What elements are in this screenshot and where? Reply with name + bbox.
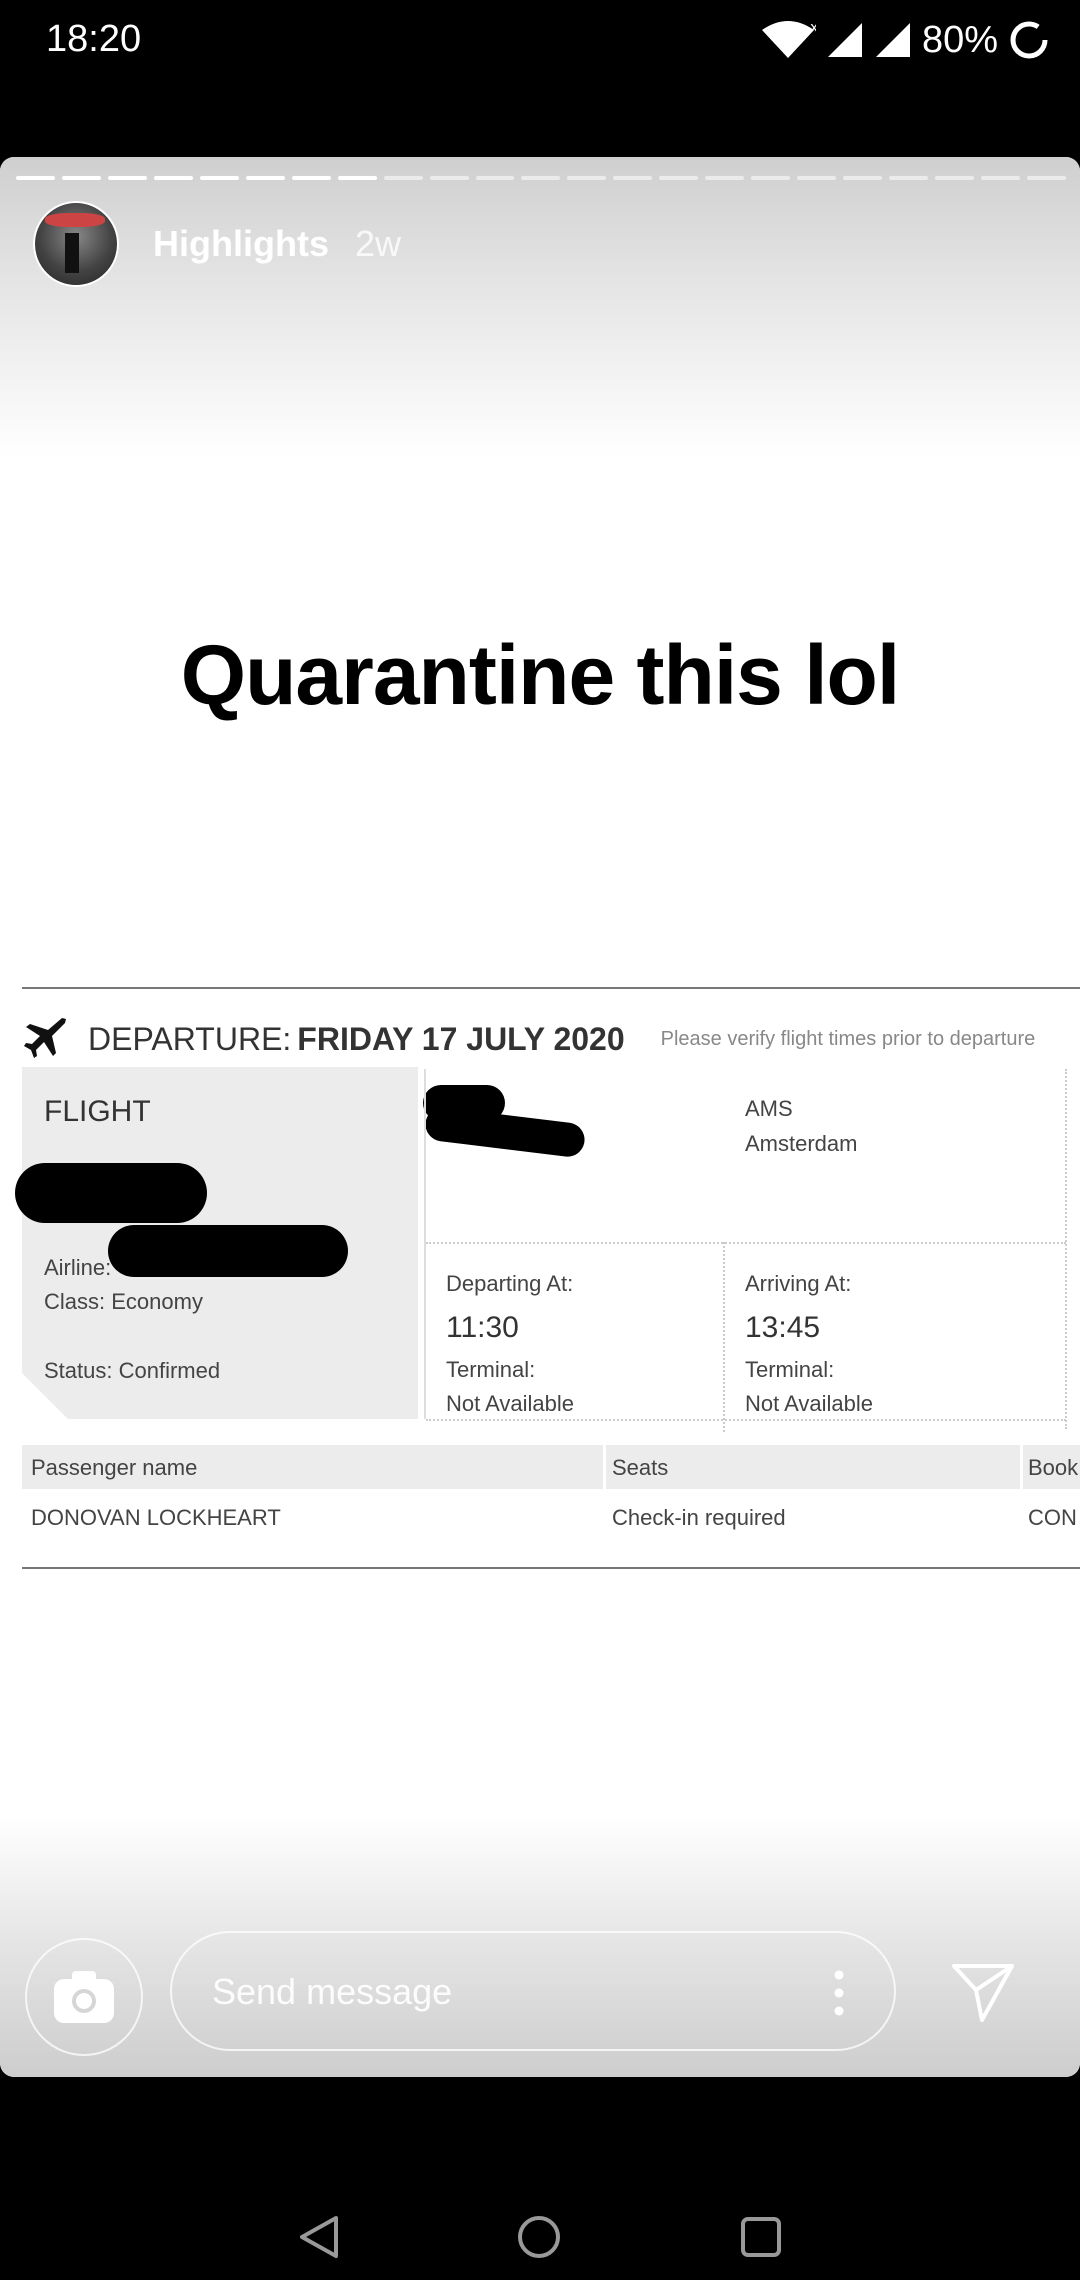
story-progress-bar xyxy=(16,176,1066,181)
departure-label: DEPARTURE: xyxy=(88,1020,292,1057)
progress-segment xyxy=(751,176,791,180)
arriving-terminal-label: Terminal: xyxy=(745,1357,835,1382)
navigation-bar xyxy=(0,2120,1080,2280)
departing-label: Departing At: xyxy=(446,1271,574,1296)
send-icon[interactable] xyxy=(950,1960,1016,2024)
arriving-label: Arriving At: xyxy=(745,1271,852,1296)
airline-label: Airline: xyxy=(44,1255,112,1280)
destination-code: AMS xyxy=(745,1096,793,1121)
column-header: Book xyxy=(1028,1455,1079,1480)
progress-segment xyxy=(613,176,653,180)
departing-terminal-label: Terminal: xyxy=(446,1357,536,1382)
home-icon[interactable] xyxy=(516,2214,562,2260)
progress-segment xyxy=(61,176,101,180)
battery-percent: 80% xyxy=(921,18,998,61)
divider xyxy=(1065,1069,1067,1429)
progress-segment xyxy=(843,176,883,180)
redaction-scribble xyxy=(423,1105,587,1159)
message-placeholder: Send message xyxy=(212,1971,453,2012)
divider xyxy=(426,1242,1066,1244)
departure-row: DEPARTURE: FRIDAY 17 JULY 2020 Please ve… xyxy=(22,1009,1035,1069)
back-icon[interactable] xyxy=(296,2214,342,2260)
progress-segment xyxy=(337,176,377,180)
divider xyxy=(603,1445,606,1489)
camera-icon xyxy=(54,1971,114,2023)
more-options-icon[interactable] xyxy=(834,1969,844,2017)
seats-value: Check-in required xyxy=(612,1505,786,1530)
story-caption: Quarantine this lol xyxy=(180,628,900,722)
avatar[interactable] xyxy=(33,201,119,287)
destination: AMS Amsterdam xyxy=(745,1091,857,1161)
progress-segment xyxy=(153,176,193,180)
progress-segment xyxy=(981,176,1020,180)
status-time: 18:20 xyxy=(46,18,142,60)
redaction-scribble xyxy=(108,1225,348,1277)
story-age: 2w xyxy=(354,223,402,264)
progress-segment xyxy=(291,176,331,180)
story-header[interactable]: Highlights 2w xyxy=(33,201,402,287)
progress-segment xyxy=(567,176,607,180)
departing-terminal: Not Available xyxy=(446,1391,575,1416)
progress-segment xyxy=(383,176,423,180)
departure-date: FRIDAY 17 JULY 2020 xyxy=(297,1020,625,1057)
progress-segment xyxy=(1026,176,1066,180)
progress-segment xyxy=(659,176,699,180)
booking-value: CON xyxy=(1028,1505,1077,1530)
progress-segment xyxy=(475,176,515,180)
progress-segment xyxy=(521,176,561,180)
destination-city: Amsterdam xyxy=(745,1131,858,1156)
send-message-input[interactable]: Send message xyxy=(170,1931,896,2051)
status-icons: x 80% xyxy=(760,14,1050,66)
arriving-time: 13:45 xyxy=(745,1311,821,1344)
svg-text:x: x xyxy=(810,20,816,36)
wifi-icon: x xyxy=(761,20,816,58)
column-header: Passenger name xyxy=(31,1455,198,1480)
divider xyxy=(22,1567,1080,1569)
progress-segment xyxy=(16,176,55,180)
class-text: Class: Economy xyxy=(44,1289,203,1314)
airplane-icon xyxy=(24,1018,66,1058)
column-header: Seats xyxy=(612,1455,669,1480)
flight-title: FLIGHT xyxy=(44,1095,151,1128)
divider xyxy=(723,1242,725,1432)
verify-note: Please verify flight times prior to depa… xyxy=(660,1027,1036,1050)
arriving-terminal: Not Available xyxy=(745,1391,874,1416)
progress-segment xyxy=(935,176,975,180)
divider xyxy=(1020,1445,1023,1489)
departing-time: 11:30 xyxy=(446,1311,519,1344)
progress-segment xyxy=(245,176,285,180)
passenger-name: DONOVAN LOCKHEART xyxy=(31,1505,281,1530)
status-text: Status: Confirmed xyxy=(44,1358,221,1383)
divider xyxy=(424,1069,426,1419)
recents-icon[interactable] xyxy=(740,2216,782,2258)
camera-button[interactable] xyxy=(25,1938,143,2056)
battery-saver-icon xyxy=(1010,21,1048,59)
progress-segment xyxy=(107,176,147,180)
redaction-scribble xyxy=(15,1163,207,1223)
departing-column: Departing At: 11:30 Terminal: Not Availa… xyxy=(446,1267,574,1421)
passenger-table-header: Passenger name Seats Book xyxy=(22,1445,1080,1489)
progress-segment xyxy=(797,176,837,180)
progress-segment xyxy=(429,176,469,180)
progress-segment xyxy=(705,176,745,180)
story-viewer[interactable]: Highlights 2w Quarantine this lol DEPART… xyxy=(0,157,1080,2077)
status-bar: 18:20 x 80% xyxy=(0,0,1080,80)
divider xyxy=(22,987,1080,989)
table-row: DONOVAN LOCKHEART Check-in required CON xyxy=(22,1505,1080,1545)
signal-no-data-icon xyxy=(827,23,862,57)
progress-segment xyxy=(199,176,239,180)
arriving-column: Arriving At: 13:45 Terminal: Not Availab… xyxy=(745,1267,873,1421)
signal-icon xyxy=(875,23,910,57)
highlight-name[interactable]: Highlights xyxy=(153,223,329,265)
progress-segment xyxy=(889,176,929,180)
